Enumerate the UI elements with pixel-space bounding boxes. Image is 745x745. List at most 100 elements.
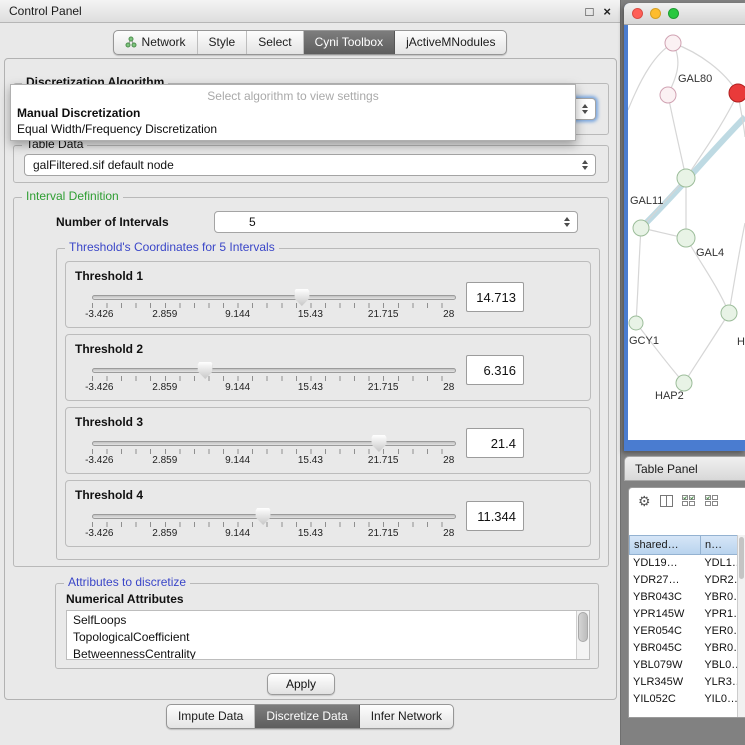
group-title: Interval Definition [22, 189, 123, 203]
scrollbar-thumb[interactable] [739, 537, 744, 579]
table-cell[interactable]: YLR345W [629, 674, 700, 691]
column-header-name[interactable]: n… [701, 535, 739, 555]
tab-network[interactable]: Network [114, 31, 198, 54]
tab-discretize-data[interactable]: Discretize Data [255, 705, 359, 728]
table-scrollbar[interactable] [737, 535, 745, 717]
network-node[interactable] [629, 316, 643, 330]
slider-track[interactable] [92, 514, 456, 519]
table-row[interactable]: YDL19…YDL1… [629, 555, 737, 572]
table-row[interactable]: YER054CYER0… [629, 623, 737, 640]
checkbox-grid-icon[interactable] [682, 495, 696, 507]
list-item[interactable]: BetweennessCentrality [67, 645, 589, 660]
number-of-intervals-combo[interactable]: 5 [214, 211, 578, 233]
table-header-row: shared… n… [629, 535, 739, 555]
tab-style[interactable]: Style [198, 31, 248, 54]
list-item[interactable]: TopologicalCoefficient [67, 628, 589, 645]
tab-label: jActiveMNodules [406, 35, 495, 49]
tab-label: Network [142, 35, 186, 49]
table-cell[interactable]: YDR27… [629, 572, 700, 589]
table-cell[interactable]: YDL19… [629, 555, 700, 572]
control-panel-window: Control Panel □ × Network Style Select C… [0, 0, 621, 745]
table-row[interactable]: YIL052CYIL0… [629, 691, 737, 708]
table-row[interactable]: YBR045CYBR0… [629, 640, 737, 657]
table-data-group: Table Data galFiltered.sif default node [13, 145, 609, 183]
list-scrollbar[interactable] [576, 611, 589, 659]
slider-track[interactable] [92, 295, 456, 300]
threshold-panel-2: Threshold 2 -3.426 2.859 9.144 15.43 21.… [65, 334, 591, 401]
network-graph [628, 25, 745, 440]
table-cell[interactable]: YBL0… [700, 657, 737, 674]
network-edges [628, 43, 745, 383]
threshold-value-field[interactable]: 11.344 [466, 501, 524, 531]
table-cell[interactable]: YBR0… [700, 589, 737, 606]
minimize-traffic-light-icon[interactable] [650, 8, 661, 19]
table-toolbar: ⚙ [629, 488, 745, 514]
tick-label: 9.144 [225, 455, 250, 466]
table-cell[interactable]: YIL0… [700, 691, 737, 708]
network-node[interactable] [677, 229, 695, 247]
tab-select[interactable]: Select [247, 31, 303, 54]
dropdown-option-manual-discretization[interactable]: Manual Discretization [11, 105, 575, 121]
apply-button[interactable]: Apply [267, 673, 335, 695]
threshold-value-field[interactable]: 14.713 [466, 282, 524, 312]
table-cell[interactable]: YBR0… [700, 640, 737, 657]
tab-impute-data[interactable]: Impute Data [167, 705, 255, 728]
table-data-combo[interactable]: galFiltered.sif default node [24, 154, 596, 176]
threshold-value-field[interactable]: 21.4 [466, 428, 524, 458]
tab-jactivemnodules[interactable]: jActiveMNodules [395, 31, 506, 54]
table-cell[interactable]: YPR1… [700, 606, 737, 623]
list-item[interactable]: SelfLoops [67, 611, 589, 628]
threshold-slider[interactable]: -3.426 2.859 9.144 15.43 21.715 28 [92, 295, 456, 320]
table-cell[interactable]: YER0… [700, 623, 737, 640]
table-cell[interactable]: YLR3… [700, 674, 737, 691]
checkbox-grid-icon-2[interactable] [705, 495, 719, 507]
tab-cyni-toolbox[interactable]: Cyni Toolbox [304, 31, 395, 54]
interval-definition-group: Interval Definition Number of Intervals … [13, 197, 609, 567]
threshold-slider[interactable]: -3.426 2.859 9.144 15.43 21.715 28 [92, 368, 456, 393]
dropdown-option-equal-width-frequency[interactable]: Equal Width/Frequency Discretization [11, 121, 575, 137]
table-row[interactable]: YBL079WYBL0… [629, 657, 737, 674]
tick-label: -3.426 [85, 382, 113, 393]
network-icon [125, 36, 137, 48]
zoom-traffic-light-icon[interactable] [668, 8, 679, 19]
tick-label: 15.43 [298, 528, 323, 539]
table-row[interactable]: YPR145WYPR1… [629, 606, 737, 623]
network-node[interactable] [676, 375, 692, 391]
columns-icon[interactable] [660, 495, 673, 507]
network-canvas[interactable]: GAL80 GAL11 GAL4 GCY1 HAP2 H [628, 25, 745, 440]
table-cell[interactable]: YBR043C [629, 589, 700, 606]
network-node[interactable] [660, 87, 676, 103]
column-header-shared-name[interactable]: shared… [629, 535, 701, 555]
table-cell[interactable]: YDL1… [700, 555, 737, 572]
table-cell[interactable]: YIL052C [629, 691, 700, 708]
table-cell[interactable]: YDR2… [700, 572, 737, 589]
threshold-value-field[interactable]: 6.316 [466, 355, 524, 385]
table-cell[interactable]: YER054C [629, 623, 700, 640]
tick-label: 15.43 [298, 455, 323, 466]
threshold-slider[interactable]: -3.426 2.859 9.144 15.43 21.715 28 [92, 514, 456, 539]
network-node[interactable] [633, 220, 649, 236]
network-node-highlighted[interactable] [729, 84, 745, 102]
tick-label: 21.715 [368, 455, 399, 466]
cyni-toolbox-panel: Discretization Algorithm Table Data galF… [4, 58, 617, 700]
table-cell[interactable]: YBR045C [629, 640, 700, 657]
tick-label: 15.43 [298, 382, 323, 393]
threshold-slider[interactable]: -3.426 2.859 9.144 15.43 21.715 28 [92, 441, 456, 466]
scrollbar-thumb[interactable] [578, 612, 588, 642]
network-node[interactable] [665, 35, 681, 51]
gear-icon[interactable]: ⚙ [638, 494, 651, 508]
thresholds-group: Threshold's Coordinates for 5 Intervals … [56, 248, 600, 560]
close-traffic-light-icon[interactable] [632, 8, 643, 19]
close-icon[interactable]: × [603, 5, 611, 18]
table-row[interactable]: YDR27…YDR2… [629, 572, 737, 589]
table-cell[interactable]: YBL079W [629, 657, 700, 674]
slider-track[interactable] [92, 368, 456, 373]
slider-track[interactable] [92, 441, 456, 446]
network-node[interactable] [677, 169, 695, 187]
table-row[interactable]: YBR043CYBR0… [629, 589, 737, 606]
table-row[interactable]: YLR345WYLR3… [629, 674, 737, 691]
restore-icon[interactable]: □ [586, 5, 594, 18]
tab-infer-network[interactable]: Infer Network [360, 705, 453, 728]
table-cell[interactable]: YPR145W [629, 606, 700, 623]
network-node[interactable] [721, 305, 737, 321]
